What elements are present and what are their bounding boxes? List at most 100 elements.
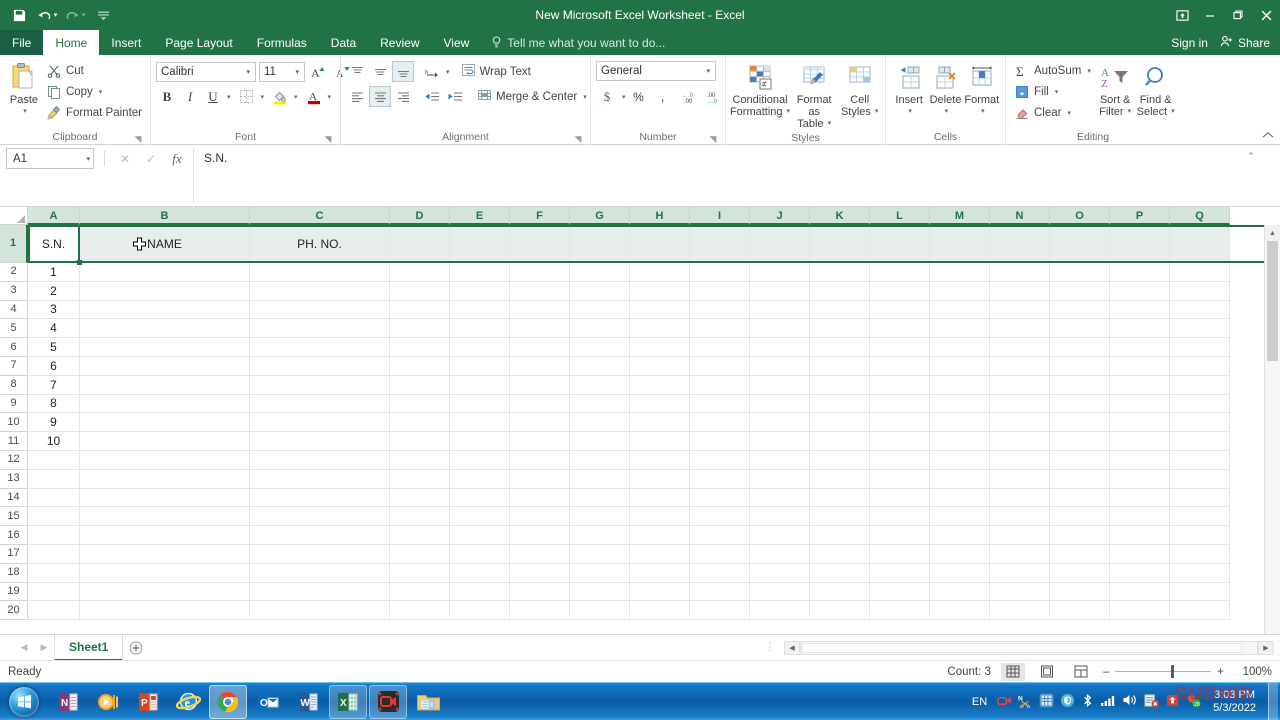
cell-L19[interactable] [870,582,930,602]
cell-H3[interactable] [630,281,690,301]
align-bottom-button[interactable] [392,61,414,82]
accounting-dropdown-icon[interactable]: ▾ [622,93,626,101]
conditional-formatting-dropdown-icon[interactable]: ▾ [787,106,791,118]
cell-C2[interactable] [250,263,390,282]
cell-J1[interactable] [750,225,810,263]
cell-H4[interactable] [630,300,690,320]
paste-dropdown-icon[interactable]: ▾ [23,106,27,118]
cell-N18[interactable] [990,563,1050,583]
cell-M6[interactable] [930,338,990,357]
chevron-down-icon[interactable]: ▾ [703,67,713,75]
cell-E8[interactable] [450,375,510,395]
row-header-2[interactable]: 2 [0,263,28,282]
cell-N16[interactable] [990,526,1050,545]
tab-page-layout[interactable]: Page Layout [153,30,244,55]
cell-D18[interactable] [390,563,450,583]
cell-F1[interactable] [510,225,570,263]
column-header-j[interactable]: J [750,207,810,225]
expand-formula-bar-icon[interactable]: ⌃ [1244,151,1258,162]
cell-M15[interactable] [930,507,990,527]
show-desktop-button[interactable] [1268,682,1278,720]
cell-O10[interactable] [1050,413,1110,433]
cell-B7[interactable] [80,357,250,376]
cell-P1[interactable] [1110,225,1170,263]
underline-dropdown-icon[interactable]: ▾ [227,93,231,101]
clear-button[interactable]: Clear ▾ [1011,102,1094,123]
merge-center-dropdown-icon[interactable]: ▾ [583,93,587,101]
cell-P20[interactable] [1110,601,1170,621]
cell-A16[interactable] [28,526,80,545]
cell-P16[interactable] [1110,526,1170,545]
chevron-down-icon[interactable]: ▾ [243,68,253,76]
cell-A11[interactable]: 10 [28,432,80,451]
cut-button[interactable]: Cut [43,60,145,81]
decrease-decimal-button[interactable]: .00 →.0 [705,86,727,107]
taskbar-item-screen-recorder[interactable] [369,684,407,719]
taskbar-item-excel[interactable]: X [329,684,367,719]
cell-J5[interactable] [750,319,810,339]
cell-N9[interactable] [990,394,1050,414]
cell-G4[interactable] [570,300,630,320]
cell-C3[interactable] [250,281,390,301]
column-header-k[interactable]: K [810,207,870,225]
collapse-ribbon-icon[interactable] [1262,131,1274,142]
cell-G15[interactable] [570,507,630,527]
cell-G3[interactable] [570,281,630,301]
page-break-view-button[interactable] [1069,663,1093,681]
cell-Q3[interactable] [1170,281,1230,301]
column-header-f[interactable]: F [510,207,570,225]
cell-Q17[interactable] [1170,545,1230,564]
cell-F6[interactable] [510,338,570,357]
cell-N8[interactable] [990,375,1050,395]
insert-cells-dropdown-icon[interactable]: ▾ [908,106,912,118]
cell-G14[interactable] [570,488,630,508]
cell-G5[interactable] [570,319,630,339]
cell-F8[interactable] [510,375,570,395]
cell-Q12[interactable] [1170,451,1230,470]
cell-styles-button[interactable]: Cell Styles ▾ [839,58,880,118]
cell-P7[interactable] [1110,357,1170,376]
taskbar-item-powerpoint[interactable]: P [129,685,167,719]
taskbar-item-media-player[interactable] [89,685,127,719]
font-name-combo[interactable]: Calibri ▾ [156,61,256,82]
cell-K16[interactable] [810,526,870,545]
cell-D5[interactable] [390,319,450,339]
cell-P14[interactable] [1110,488,1170,508]
cell-G19[interactable] [570,582,630,602]
cell-E10[interactable] [450,413,510,433]
cell-K2[interactable] [810,263,870,282]
cell-L3[interactable] [870,281,930,301]
horizontal-scroll-thumb[interactable] [802,642,1242,653]
cell-D15[interactable] [390,507,450,527]
cell-E11[interactable] [450,432,510,451]
cell-O9[interactable] [1050,394,1110,414]
cell-B10[interactable] [80,413,250,433]
cell-K13[interactable] [810,469,870,489]
cell-A6[interactable]: 5 [28,338,80,357]
cell-A8[interactable]: 7 [28,375,80,395]
format-cells-button[interactable]: Format ▾ [964,58,1000,118]
font-size-combo[interactable]: 11 ▾ [259,61,305,82]
cell-A9[interactable]: 8 [28,394,80,414]
cell-C10[interactable] [250,413,390,433]
cell-E17[interactable] [450,545,510,564]
cell-I9[interactable] [690,394,750,414]
worksheet-grid[interactable]: ABCDEFGHIJKLMNOPQ 1 2 3 4 5 6 7 8 9 10 11 12 13 14 15 1… [0,207,1280,634]
cell-K5[interactable] [810,319,870,339]
taskbar-item-google-chrome[interactable] [209,684,247,719]
column-header-b[interactable]: B [80,207,250,225]
sort-filter-dropdown-icon[interactable]: ▾ [1128,106,1132,118]
increase-indent-button[interactable] [444,86,466,107]
cell-L15[interactable] [870,507,930,527]
cell-O19[interactable] [1050,582,1110,602]
decrease-indent-button[interactable] [421,86,443,107]
find-select-button[interactable]: Find & Select ▾ [1136,58,1175,118]
cell-H2[interactable] [630,263,690,282]
cell-M19[interactable] [930,582,990,602]
cell-M11[interactable] [930,432,990,451]
cell-I20[interactable] [690,601,750,621]
cell-J14[interactable] [750,488,810,508]
cell-M16[interactable] [930,526,990,545]
cell-L12[interactable] [870,451,930,470]
language-indicator[interactable]: EN [968,696,991,708]
